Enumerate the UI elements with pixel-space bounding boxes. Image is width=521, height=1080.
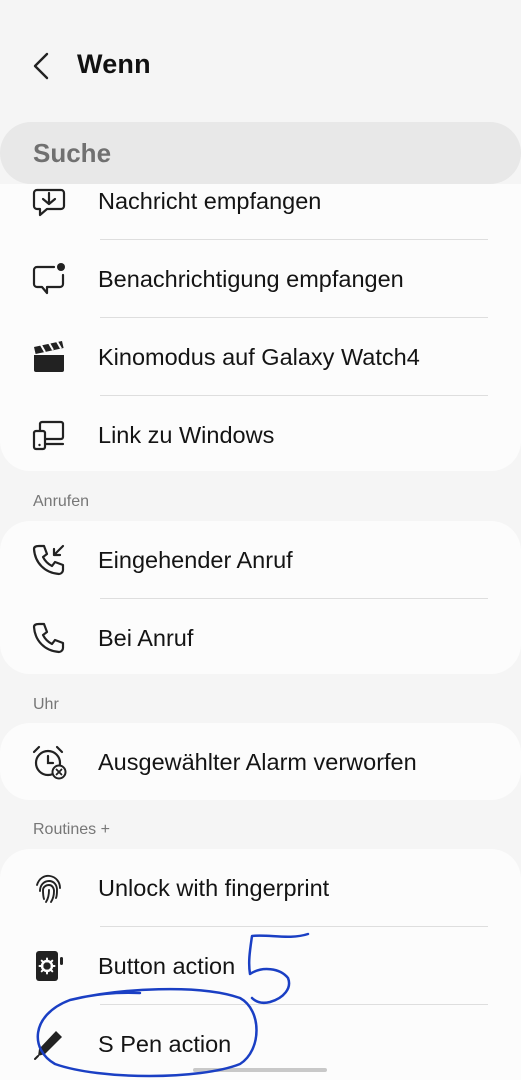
list-item-label: Bei Anruf	[98, 625, 194, 651]
trigger-group-clock: Ausgewählter Alarm verworfen	[0, 723, 521, 800]
list-item-notification[interactable]: Benachrichtigung empfangen	[0, 240, 521, 318]
list-item-label: Link zu Windows	[98, 422, 275, 448]
list-item-on-call[interactable]: Bei Anruf	[0, 599, 521, 674]
message-received-icon	[32, 188, 66, 217]
button-action-icon	[36, 951, 63, 981]
list-item-label: Nachricht empfangen	[98, 188, 322, 214]
trigger-group-routines-plus: Unlock with fingerprint Button action S …	[0, 849, 521, 1080]
notification-icon	[32, 263, 65, 295]
list-item-message-received[interactable]: Nachricht empfangen	[0, 184, 521, 240]
list-item-incoming-call[interactable]: Eingehender Anruf	[0, 521, 521, 599]
section-header-clock: Uhr	[33, 696, 59, 713]
incoming-call-icon	[32, 544, 65, 576]
trigger-group-calls: Eingehender Anruf Bei Anruf	[0, 521, 521, 674]
chevron-left-icon[interactable]	[26, 46, 60, 86]
list-item-label: Benachrichtigung empfangen	[98, 266, 404, 292]
list-item-label: Kinomodus auf Galaxy Watch4	[98, 344, 420, 370]
trigger-group-messages: Nachricht empfangen Benachrichtigung emp…	[0, 184, 521, 471]
link-to-windows-icon	[32, 420, 65, 451]
section-header-routines-plus: Routines +	[33, 821, 110, 838]
list-item-link-to-windows[interactable]: Link zu Windows	[0, 396, 521, 471]
pen-icon	[34, 1031, 62, 1060]
list-item-label: Ausgewählter Alarm verworfen	[98, 749, 417, 775]
list-item-label: Button action	[98, 953, 236, 979]
list-item-label: Eingehender Anruf	[98, 547, 293, 573]
list-item-button-action[interactable]: Button action	[0, 927, 521, 1005]
page-title: Wenn	[77, 49, 151, 79]
list-item-alarm-dismissed[interactable]: Ausgewählter Alarm verworfen	[0, 723, 521, 800]
fingerprint-icon	[36, 874, 61, 903]
search-placeholder: Suche	[33, 138, 112, 168]
clapperboard-icon	[34, 341, 64, 372]
search-field[interactable]: Suche	[0, 122, 521, 184]
alarm-dismissed-icon	[32, 745, 67, 780]
app-bar: Wenn	[0, 0, 521, 120]
gesture-bar	[193, 1068, 327, 1072]
phone-icon	[32, 622, 65, 654]
list-item-unlock-fingerprint[interactable]: Unlock with fingerprint	[0, 849, 521, 927]
list-item-label: Unlock with fingerprint	[98, 875, 330, 901]
section-header-calls: Anrufen	[33, 493, 90, 510]
list-item-cinema-mode[interactable]: Kinomodus auf Galaxy Watch4	[0, 318, 521, 396]
